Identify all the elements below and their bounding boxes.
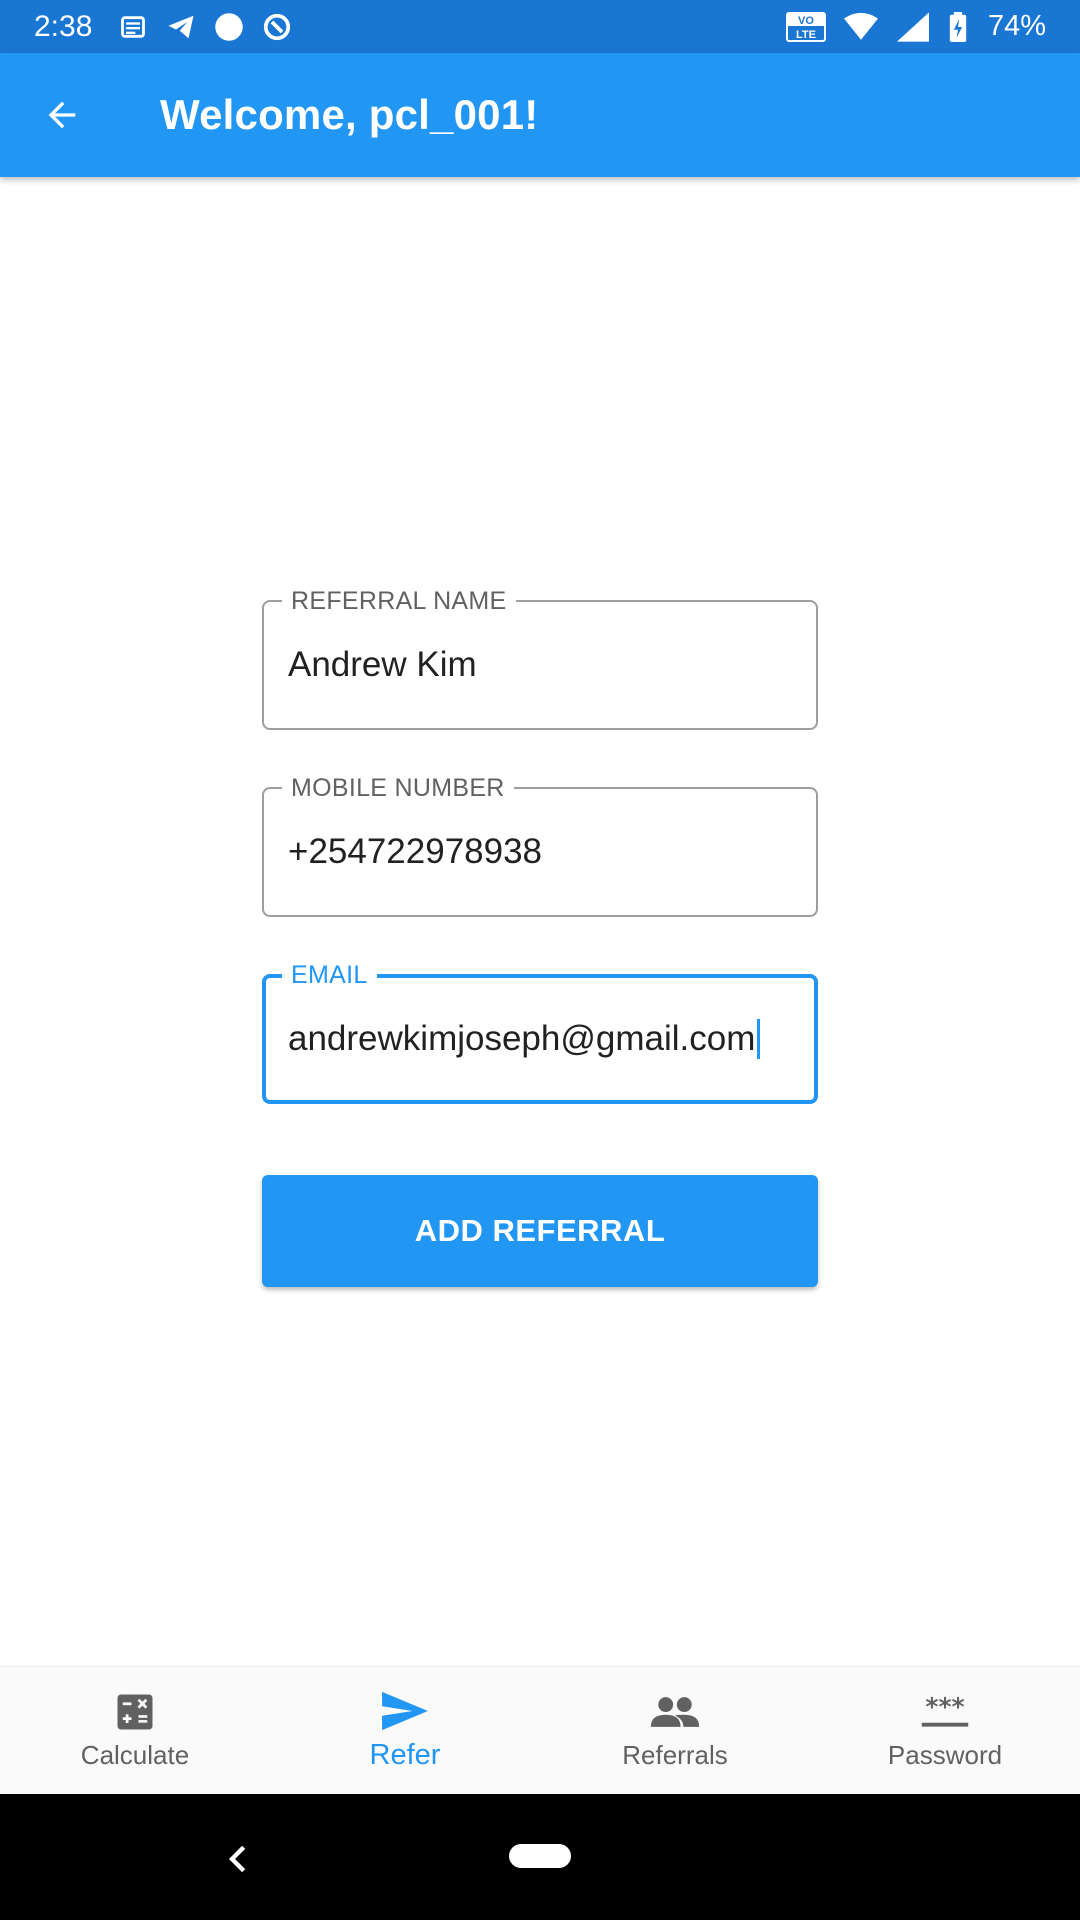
battery-charging-icon bbox=[948, 11, 968, 42]
back-button[interactable] bbox=[0, 53, 124, 177]
referral-form: REFERRAL NAME Andrew Kim MOBILE NUMBER +… bbox=[262, 586, 818, 1287]
email-field[interactable]: EMAIL andrewkimjoseph@gmail.com bbox=[262, 960, 818, 1104]
text-cursor bbox=[757, 1019, 761, 1059]
system-home-button[interactable] bbox=[509, 1844, 571, 1868]
svg-text:VO: VO bbox=[798, 15, 814, 27]
status-right: VO LTE 74% bbox=[785, 10, 1046, 43]
chevron-left-icon bbox=[228, 1845, 246, 1873]
referral-name-field[interactable]: REFERRAL NAME Andrew Kim bbox=[262, 586, 818, 730]
password-icon: *** bbox=[920, 1690, 970, 1734]
nav-label-calculate: Calculate bbox=[80, 1740, 190, 1770]
referral-name-value: Andrew Kim bbox=[288, 645, 477, 684]
nav-item-password[interactable]: *** Password bbox=[810, 1667, 1080, 1794]
nav-label-refer: Refer bbox=[369, 1739, 441, 1771]
people-icon bbox=[649, 1690, 701, 1734]
signal-icon bbox=[896, 11, 930, 42]
referral-name-input[interactable]: Andrew Kim bbox=[288, 602, 800, 728]
circle-icon bbox=[214, 12, 244, 42]
status-time: 2:38 bbox=[34, 9, 93, 43]
mobile-number-field[interactable]: MOBILE NUMBER +254722978938 bbox=[262, 773, 818, 917]
send-icon bbox=[380, 1689, 430, 1733]
data-saver-icon bbox=[262, 12, 292, 42]
bottom-navigation: Calculate Refer Referrals *** Password bbox=[0, 1666, 1080, 1794]
nav-label-referrals: Referrals bbox=[622, 1740, 728, 1770]
app-bar: Welcome, pcl_001! bbox=[0, 53, 1080, 177]
system-back-button[interactable] bbox=[212, 1834, 262, 1884]
nav-item-calculate[interactable]: Calculate bbox=[0, 1667, 270, 1794]
nav-item-referrals[interactable]: Referrals bbox=[540, 1667, 810, 1794]
add-referral-button[interactable]: ADD REFERRAL bbox=[262, 1175, 818, 1287]
mobile-number-value: +254722978938 bbox=[288, 832, 543, 871]
status-bar: 2:38 VO LTE 74% bbox=[0, 0, 1080, 53]
page-title: Welcome, pcl_001! bbox=[160, 91, 539, 138]
system-navigation-bar bbox=[0, 1794, 1080, 1920]
nav-item-refer[interactable]: Refer bbox=[270, 1667, 540, 1794]
nav-label-password: Password bbox=[887, 1740, 1003, 1770]
email-input[interactable]: andrewkimjoseph@gmail.com bbox=[288, 978, 798, 1100]
wifi-icon bbox=[843, 12, 878, 42]
mobile-number-input[interactable]: +254722978938 bbox=[288, 789, 800, 915]
calculator-icon bbox=[114, 1690, 156, 1734]
volte-icon: VO LTE bbox=[785, 11, 826, 42]
svg-text:***: *** bbox=[925, 1694, 964, 1722]
telegram-icon bbox=[166, 12, 196, 42]
status-left: 2:38 bbox=[34, 10, 292, 44]
email-value: andrewkimjoseph@gmail.com bbox=[288, 1019, 756, 1058]
svg-text:LTE: LTE bbox=[796, 29, 816, 41]
battery-percent: 74% bbox=[987, 10, 1046, 42]
news-icon bbox=[118, 12, 148, 42]
arrow-back-icon bbox=[48, 101, 76, 129]
